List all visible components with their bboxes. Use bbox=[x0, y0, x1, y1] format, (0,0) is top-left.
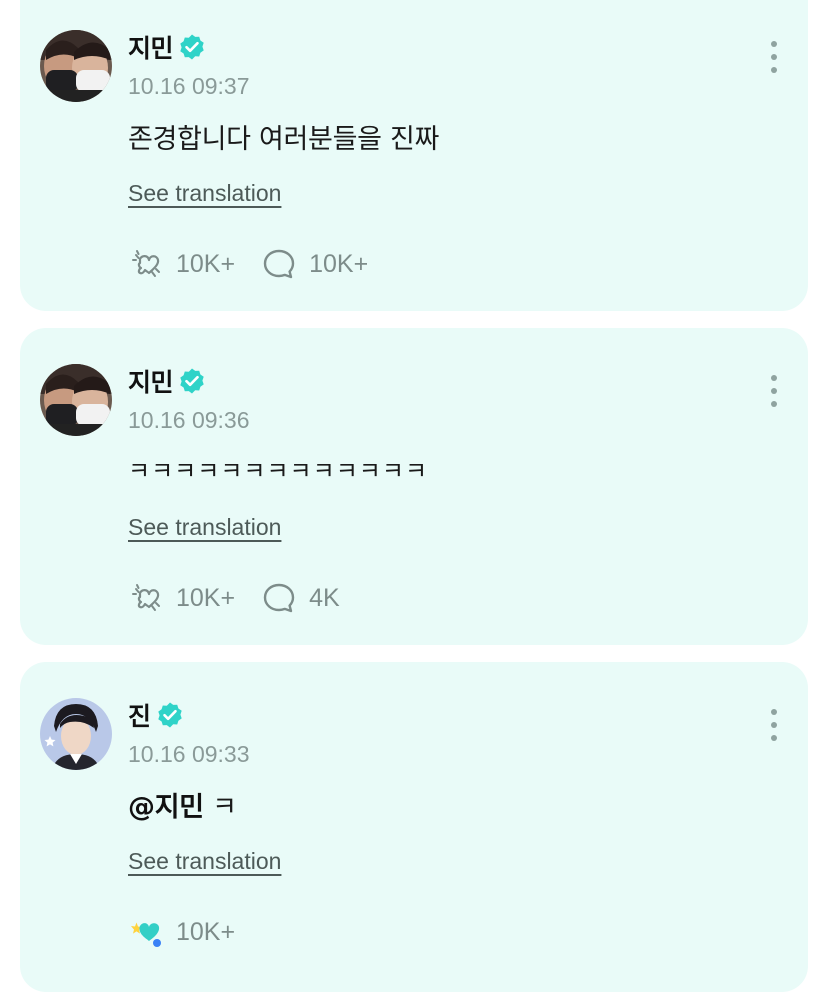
more-options-button[interactable] bbox=[762, 706, 786, 746]
see-translation-link[interactable]: See translation bbox=[128, 514, 281, 541]
avatar-photo bbox=[40, 698, 112, 770]
verified-badge-icon bbox=[178, 33, 206, 61]
post-timestamp: 10.16 09:37 bbox=[128, 73, 250, 99]
author-name[interactable]: 지민 bbox=[128, 363, 174, 399]
post-card: 지민 10.16 09:37 존경합니다 여러분들을 진짜 See transl… bbox=[20, 0, 808, 311]
more-vertical-icon bbox=[771, 709, 777, 741]
reaction-count: 10K+ bbox=[176, 583, 236, 612]
more-options-button[interactable] bbox=[762, 372, 786, 412]
author-row: 지민 bbox=[128, 364, 206, 398]
comment-button[interactable]: 4K bbox=[261, 580, 340, 616]
author-row: 진 bbox=[128, 698, 184, 732]
post-card: 지민 10.16 09:36 ㅋㅋㅋㅋㅋㅋㅋㅋㅋㅋㅋㅋㅋ See transla… bbox=[20, 328, 808, 645]
post-stats: 10K+ 10K+ bbox=[128, 246, 394, 282]
verified-badge-icon bbox=[178, 367, 206, 395]
verified-badge-icon bbox=[156, 701, 184, 729]
post-stats: 10K+ 4K bbox=[128, 580, 366, 616]
post-card: 진 10.16 09:33 @지민 ㅋ See translation 10K+ bbox=[20, 662, 808, 992]
post-text: 존경합니다 여러분들을 진짜 bbox=[128, 124, 440, 155]
post-timestamp: 10.16 09:36 bbox=[128, 407, 250, 433]
comment-count: 4K bbox=[309, 583, 340, 612]
more-options-button[interactable] bbox=[762, 38, 786, 78]
author-row: 지민 bbox=[128, 30, 206, 64]
reaction-count: 10K+ bbox=[176, 917, 236, 946]
author-name[interactable]: 진 bbox=[128, 697, 151, 733]
reaction-button[interactable]: 10K+ bbox=[128, 580, 235, 616]
post-text-content: ㅋ bbox=[203, 792, 237, 823]
see-translation-link[interactable]: See translation bbox=[128, 180, 281, 207]
reaction-button[interactable]: 10K+ bbox=[128, 914, 235, 950]
reaction-button[interactable]: 10K+ bbox=[128, 246, 235, 282]
more-vertical-icon bbox=[771, 375, 777, 407]
post-stats: 10K+ bbox=[128, 914, 261, 950]
author-avatar[interactable] bbox=[40, 698, 112, 770]
author-name[interactable]: 지민 bbox=[128, 29, 174, 65]
author-avatar[interactable] bbox=[40, 364, 112, 436]
avatar-photo bbox=[40, 30, 112, 102]
more-vertical-icon bbox=[771, 41, 777, 73]
mention-link[interactable]: @지민 bbox=[128, 792, 204, 823]
comment-button[interactable]: 10K+ bbox=[261, 246, 368, 282]
post-text: @지민 ㅋ bbox=[128, 785, 237, 824]
post-feed: 지민 10.16 09:37 존경합니다 여러분들을 진짜 See transl… bbox=[0, 0, 828, 992]
heart-outline-icon bbox=[128, 246, 164, 282]
reaction-count: 10K+ bbox=[176, 249, 236, 278]
comment-bubble-icon bbox=[261, 580, 297, 616]
heart-outline-icon bbox=[128, 580, 164, 616]
avatar-photo bbox=[40, 364, 112, 436]
author-avatar[interactable] bbox=[40, 30, 112, 102]
see-translation-link[interactable]: See translation bbox=[128, 848, 281, 875]
post-text: ㅋㅋㅋㅋㅋㅋㅋㅋㅋㅋㅋㅋㅋ bbox=[128, 457, 429, 485]
heart-filled-color-icon bbox=[128, 914, 164, 950]
comment-count: 10K+ bbox=[309, 249, 369, 278]
comment-bubble-icon bbox=[261, 246, 297, 282]
post-timestamp: 10.16 09:33 bbox=[128, 741, 250, 767]
